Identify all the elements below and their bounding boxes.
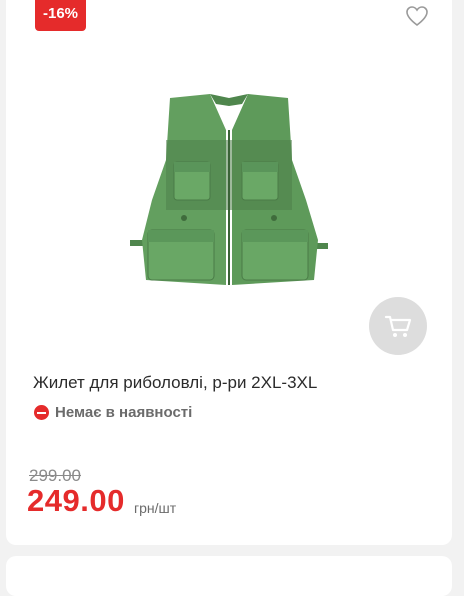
product-title[interactable]: Жилет для риболовлі, р-ри 2XL-3XL — [33, 373, 317, 393]
product-image[interactable] — [126, 90, 332, 290]
cart-icon — [384, 315, 412, 337]
wishlist-button[interactable] — [405, 5, 429, 27]
stock-status-text: Немає в наявності — [55, 404, 193, 421]
current-price: 249.00 — [27, 483, 125, 518]
heart-icon — [406, 6, 428, 27]
next-product-card[interactable] — [6, 556, 452, 596]
minus-circle-icon — [34, 405, 49, 420]
stock-status: Немає в наявності — [34, 404, 192, 421]
discount-badge: -16% — [35, 0, 87, 31]
price-unit: грн/шт — [134, 500, 177, 516]
vest-image — [130, 94, 328, 285]
add-to-cart-button[interactable] — [369, 297, 427, 355]
